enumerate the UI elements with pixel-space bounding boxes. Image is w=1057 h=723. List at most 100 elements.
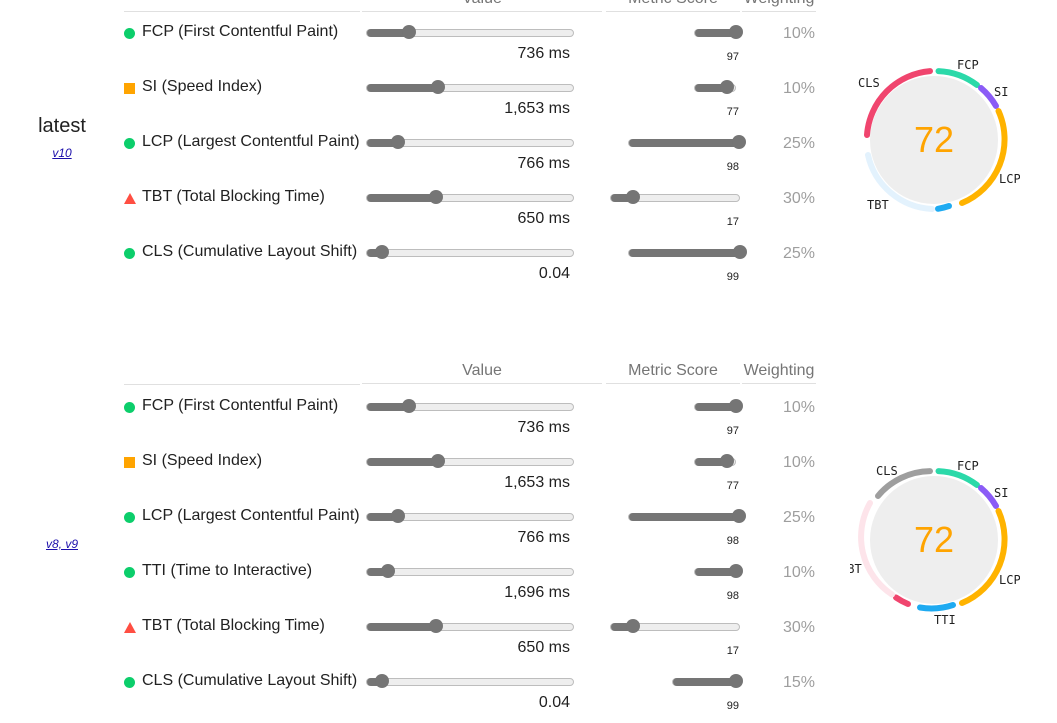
value-slider-handle[interactable] [428,619,443,633]
score-slider-handle[interactable] [720,80,735,94]
score-slider[interactable] [610,190,740,204]
metric-value: 0.04 [538,265,570,282]
pass-status-icon [124,248,135,259]
score-slider[interactable] [628,135,746,149]
score-slider[interactable] [610,619,740,633]
value-slider-handle[interactable] [401,399,416,413]
score-slider[interactable] [694,454,736,468]
value-slider[interactable] [366,25,574,39]
metric-value: 650 ms [517,639,570,656]
gauge-segment-tti [917,602,956,612]
value-slider-handle[interactable] [401,25,416,39]
value-slider[interactable] [366,564,574,578]
value-slider[interactable] [366,454,574,468]
average-status-icon [124,457,135,468]
value-slider-handle[interactable] [391,509,406,523]
metric-score: 77 [726,106,739,118]
value-slider-handle[interactable] [430,454,445,468]
value-slider[interactable] [366,399,574,413]
pass-status-icon [124,402,135,413]
metric-score-column-header: Metric Score [606,0,740,12]
metric-score: 98 [726,161,739,173]
score-slider-handle[interactable] [729,564,744,578]
gauge-label-tbt: TBT [850,562,862,576]
score-slider[interactable] [628,509,746,523]
metric-score: 97 [726,51,739,63]
gauge-segment-tti [935,203,952,212]
score-slider[interactable] [694,399,743,413]
score-slider[interactable] [628,245,747,259]
metric-weighting: 10% [782,80,815,97]
value-slider-fill [367,84,438,92]
value-slider[interactable] [366,509,574,523]
score-slider-handle[interactable] [731,135,746,149]
score-slider-handle[interactable] [732,245,747,259]
metric-name: TBT (Total Blocking Time) [142,188,325,205]
value-slider[interactable] [366,674,574,688]
score-slider-handle[interactable] [731,509,746,523]
gauge-label-tbt: TBT [867,198,889,212]
version-link-v10[interactable]: v10 [20,146,104,160]
value-slider-fill [367,623,436,631]
metric-weighting: 25% [782,245,815,262]
metric-name: LCP (Largest Contentful Paint) [142,507,360,524]
average-status-icon [124,83,135,94]
score-slider[interactable] [672,674,744,688]
metric-score: 98 [726,590,739,602]
metric-score-column-header: Metric Score [606,359,740,384]
metric-weighting: 10% [782,25,815,42]
score-slider[interactable] [694,25,743,39]
score-slider-handle[interactable] [720,454,735,468]
value-slider-handle[interactable] [374,245,389,259]
value-slider[interactable] [366,135,574,149]
score-slider-fill [629,513,739,521]
value-slider-handle[interactable] [391,135,406,149]
score-gauge-v8-v9: 72 FCP SI LCP TTI TBT CLS [850,459,1020,625]
score-slider-handle[interactable] [626,619,641,633]
metric-value: 650 ms [517,210,570,227]
metric-weighting: 30% [782,619,815,636]
metric-score: 97 [726,425,739,437]
gauge-label-tti: TTI [934,613,956,625]
score-slider-handle[interactable] [728,399,743,413]
metric-name: CLS (Cumulative Layout Shift) [142,243,358,260]
value-slider-handle[interactable] [374,674,389,688]
metric-score: 77 [726,480,739,492]
pass-status-icon [124,567,135,578]
metric-value: 1,653 ms [504,100,570,117]
metric-name: SI (Speed Index) [142,452,263,469]
pass-status-icon [124,138,135,149]
value-slider[interactable] [366,80,574,94]
header-divider [124,384,360,385]
score-slider[interactable] [694,564,744,578]
value-slider[interactable] [366,190,574,204]
weighting-column-header: Weighting [742,359,816,384]
metric-name: FCP (First Contentful Paint) [142,23,339,40]
score-gauge-latest: 72 FCP SI LCP TBT CLS [858,58,1020,212]
metric-value: 736 ms [517,45,570,62]
metric-value: 766 ms [517,529,570,546]
version-link-v8-v9[interactable]: v8, v9 [20,537,104,551]
metric-weighting: 15% [782,674,815,691]
fail-status-icon [124,193,136,204]
metric-score: 99 [726,271,739,283]
value-slider-handle[interactable] [428,190,443,204]
score-slider-handle[interactable] [626,190,641,204]
value-slider[interactable] [366,245,574,259]
metric-name: TTI (Time to Interactive) [142,562,313,579]
gauge-segment-tbt [893,594,911,607]
value-slider-handle[interactable] [430,80,445,94]
gauge-label-cls: CLS [858,76,880,90]
metric-weighting: 10% [782,399,815,416]
value-slider[interactable] [366,619,574,633]
gauge-label-si: SI [994,85,1008,99]
gauge-score: 72 [914,519,954,560]
score-slider[interactable] [694,80,736,94]
pass-status-icon [124,28,135,39]
score-slider-handle[interactable] [729,674,744,688]
value-slider-handle[interactable] [380,564,395,578]
score-slider-handle[interactable] [728,25,743,39]
metric-name: CLS (Cumulative Layout Shift) [142,672,358,689]
metric-value: 1,696 ms [504,584,570,601]
pass-status-icon [124,677,135,688]
